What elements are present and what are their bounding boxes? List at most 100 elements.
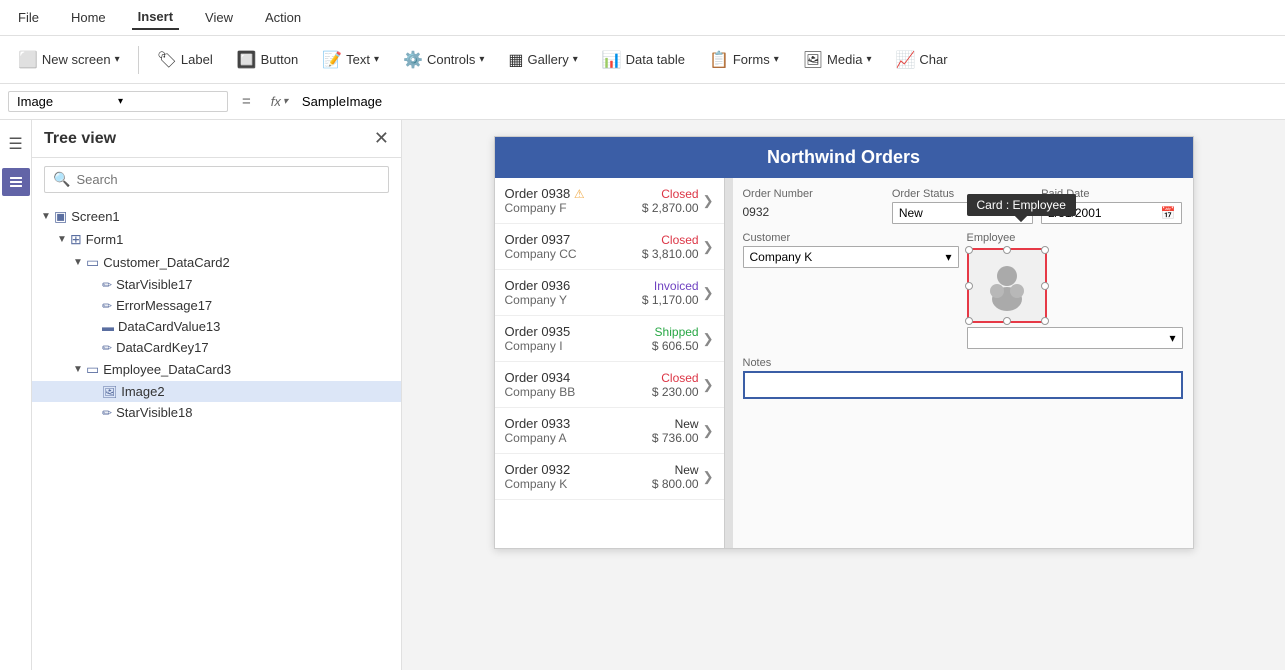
order-status-0937: Closed [642,233,699,247]
starvisible18-label: StarVisible18 [116,405,192,420]
layers-icon[interactable] [2,168,30,196]
tree-close-button[interactable]: ✕ [374,128,389,149]
resize-handle-ml[interactable] [965,282,973,290]
detail-row-2: Customer Company K ▾ Employee Card : Emp… [743,232,1183,349]
order-amount-0937: $ 3,810.00 [642,247,699,261]
tree-item-image2[interactable]: ▶ 🖼 Image2 [32,381,401,402]
tree-item-employee-dc3[interactable]: ▼ ▭ Employee_DataCard3 [32,358,401,381]
order-number-value: 0932 [743,202,884,222]
customer-chevron-icon: ▾ [945,250,951,264]
image2-control[interactable] [967,248,1047,323]
canvas-area: Northwind Orders Order 0938 ⚠ Company F … [402,120,1285,670]
customer-field: Customer Company K ▾ [743,232,959,349]
tree-panel: Tree view ✕ 🔍 ▼ ▣ Screen1 ▼ ⊞ Form1 [32,120,402,670]
toolbar: ⬜ New screen ▾ 🏷 Label 🔲 Button 📝 Text ▾… [0,36,1285,84]
resize-handle-bm[interactable] [1003,317,1011,325]
fx-label: fx [271,94,281,109]
order-item-0933[interactable]: Order 0933 Company A New $ 736.00 ❯ [495,408,724,454]
notes-textarea[interactable] [743,371,1183,399]
collapse-arrow-customer-dc2: ▼ [72,257,84,268]
toolbar-separator-1 [138,46,139,74]
charts-icon: 📈 [896,50,916,70]
order-num-0937: Order 0937 [505,232,642,247]
datacardvalue13-label: DataCardValue13 [118,319,220,334]
employee-select[interactable]: ▾ [967,327,1183,349]
app-preview: Northwind Orders Order 0938 ⚠ Company F … [494,136,1194,549]
menu-action[interactable]: Action [259,6,307,29]
employee-tooltip: Card : Employee [967,194,1076,216]
order-item-0935[interactable]: Order 0935 Company I Shipped $ 606.50 ❯ [495,316,724,362]
gallery-chevron-icon: ▾ [573,54,578,65]
form1-label: Form1 [86,232,124,247]
order-num-0932: Order 0932 [505,462,652,477]
order-company-0933: Company A [505,431,652,445]
tree-item-screen1[interactable]: ▼ ▣ Screen1 [32,205,401,228]
order-item-0938[interactable]: Order 0938 ⚠ Company F Closed $ 2,870.00… [495,178,724,224]
data-table-icon: 📊 [602,50,622,70]
resize-handle-tr[interactable] [1041,246,1049,254]
controls-button[interactable]: ⚙️ Controls ▾ [393,46,494,74]
order-list: Order 0938 ⚠ Company F Closed $ 2,870.00… [495,178,725,548]
order-amount-0938: $ 2,870.00 [642,201,699,215]
order-status-0934: Closed [652,371,699,385]
button-button[interactable]: 🔲 Button [227,46,309,74]
order-item-0932[interactable]: Order 0932 Company K New $ 800.00 ❯ [495,454,724,500]
forms-icon: 📋 [709,50,729,70]
gallery-icon: ▦ [508,50,523,70]
tree-item-errormessage17[interactable]: ▶ ✏ ErrorMessage17 [32,295,401,316]
tree-item-form1[interactable]: ▼ ⊞ Form1 [32,228,401,251]
order-number-field: Order Number 0932 [743,188,884,224]
order-status-0938: Closed [642,187,699,201]
formula-bar: Image ▾ = fx ▾ [0,84,1285,120]
employee-label: Employee [967,232,1183,244]
tree-item-starvisible18[interactable]: ▶ ✏ StarVisible18 [32,402,401,423]
order-status-0933: New [652,417,699,431]
app-content: Order 0938 ⚠ Company F Closed $ 2,870.00… [495,178,1193,548]
employee-chevron-icon: ▾ [1169,331,1175,345]
controls-chevron-icon: ▾ [479,54,484,65]
resize-handle-bl[interactable] [965,317,973,325]
resize-handle-mr[interactable] [1041,282,1049,290]
resize-handle-tm[interactable] [1003,246,1011,254]
datacard-node-icon-1: ▭ [86,254,99,271]
order-item-0937[interactable]: Order 0937 Company CC Closed $ 3,810.00 … [495,224,724,270]
text-chevron-icon: ▾ [374,54,379,65]
gallery-button[interactable]: ▦ Gallery ▾ [498,46,587,74]
formula-eq-sign: = [232,93,261,110]
search-icon: 🔍 [53,171,70,188]
tree-item-datacardvalue13[interactable]: ▶ ▬ DataCardValue13 [32,316,401,337]
text-button[interactable]: 📝 Text ▾ [312,46,389,74]
forms-button[interactable]: 📋 Forms ▾ [699,46,789,74]
order-company-0937: Company CC [505,247,642,261]
resize-handle-br[interactable] [1041,317,1049,325]
order-item-0934[interactable]: Order 0934 Company BB Closed $ 230.00 ❯ [495,362,724,408]
new-screen-button[interactable]: ⬜ New screen ▾ [8,46,130,74]
formula-fx[interactable]: fx ▾ [265,94,294,109]
starvisible17-label: StarVisible17 [116,277,192,292]
controls-icon: ⚙️ [403,50,423,70]
label-button[interactable]: 🏷 Label [147,46,223,74]
chevron-icon-0937: ❯ [703,239,714,255]
charts-button[interactable]: 📈 Char [886,46,958,74]
menu-file[interactable]: File [12,6,45,29]
menu-view[interactable]: View [199,6,239,29]
resize-handle-tl[interactable] [965,246,973,254]
menu-home[interactable]: Home [65,6,112,29]
list-scrollbar[interactable] [725,178,733,548]
tree-item-customer-dc2[interactable]: ▼ ▭ Customer_DataCard2 [32,251,401,274]
order-amount-0934: $ 230.00 [652,385,699,399]
order-num-0935: Order 0935 [505,324,652,339]
search-box: 🔍 [44,166,389,193]
media-chevron-icon: ▾ [866,54,871,65]
tree-item-starvisible17[interactable]: ▶ ✏ StarVisible17 [32,274,401,295]
customer-select[interactable]: Company K ▾ [743,246,959,268]
formula-selector[interactable]: Image ▾ [8,91,228,112]
formula-input[interactable] [298,92,1277,111]
media-button[interactable]: 🖼 Media ▾ [793,46,882,74]
order-item-0936[interactable]: Order 0936 Company Y Invoiced $ 1,170.00… [495,270,724,316]
search-input[interactable] [76,172,380,187]
menu-insert[interactable]: Insert [132,5,179,30]
hamburger-icon[interactable]: ☰ [2,128,28,160]
tree-item-datacardkey17[interactable]: ▶ ✏ DataCardKey17 [32,337,401,358]
data-table-button[interactable]: 📊 Data table [592,46,695,74]
